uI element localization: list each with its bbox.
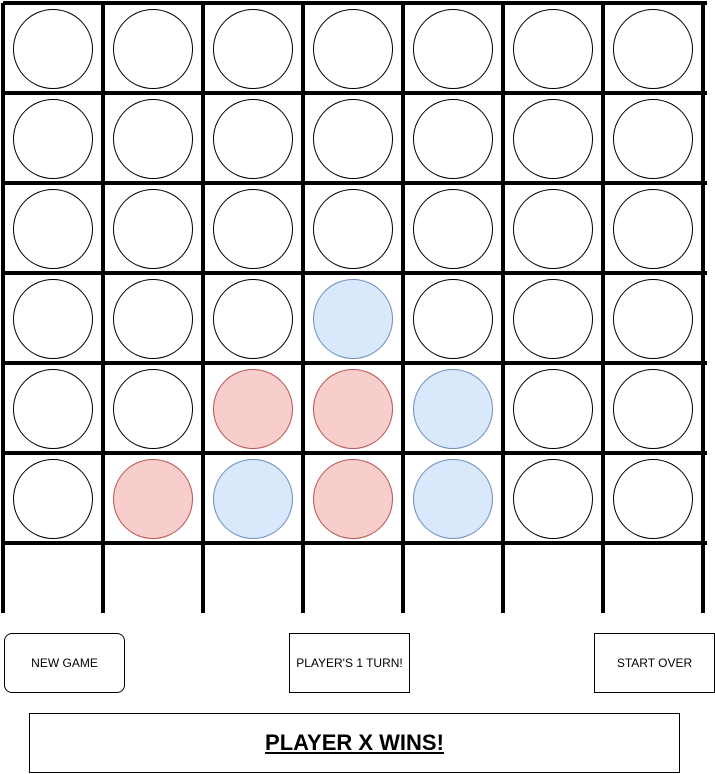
board-slot-r5-c4-blue[interactable] [413,459,493,539]
grid-row-line [3,271,707,275]
board-slot-r1-c6-empty[interactable] [613,99,693,179]
board-slot-r4-c1-empty[interactable] [113,369,193,449]
board-slot-r1-c3-empty[interactable] [313,99,393,179]
board-slot-r4-c6-empty[interactable] [613,369,693,449]
board-slot-r0-c3-empty[interactable] [313,9,393,89]
board-slot-r4-c3-red[interactable] [313,369,393,449]
board-slot-r5-c1-red[interactable] [113,459,193,539]
board-slot-r5-c6-empty[interactable] [613,459,693,539]
board-slot-r4-c5-empty[interactable] [513,369,593,449]
new-game-button[interactable]: NEW GAME [4,633,125,693]
board-slot-r3-c5-empty[interactable] [513,279,593,359]
board-slot-r5-c0-empty[interactable] [13,459,93,539]
board-slot-r1-c0-empty[interactable] [13,99,93,179]
grid-row-line [3,181,707,185]
board-slot-r3-c3-blue[interactable] [313,279,393,359]
board-slot-r0-c5-empty[interactable] [513,9,593,89]
grid-row-line [3,1,707,5]
grid-row-line [3,451,707,455]
board-slot-r2-c6-empty[interactable] [613,189,693,269]
board-slot-r3-c2-empty[interactable] [213,279,293,359]
board-slot-r3-c4-empty[interactable] [413,279,493,359]
game-board [0,0,715,615]
board-slot-r1-c2-empty[interactable] [213,99,293,179]
board-slot-r4-c0-empty[interactable] [13,369,93,449]
board-slot-r2-c1-empty[interactable] [113,189,193,269]
player-turn-indicator: PLAYER'S 1 TURN! [289,633,410,693]
board-slot-r3-c1-empty[interactable] [113,279,193,359]
start-over-button[interactable]: START OVER [594,633,715,693]
board-slot-r1-c5-empty[interactable] [513,99,593,179]
board-slot-r2-c4-empty[interactable] [413,189,493,269]
board-slot-r2-c5-empty[interactable] [513,189,593,269]
board-slot-r0-c2-empty[interactable] [213,9,293,89]
board-slot-r4-c2-red[interactable] [213,369,293,449]
grid-row-line [3,91,707,95]
board-slot-r0-c4-empty[interactable] [413,9,493,89]
win-status-banner: PLAYER X WINS! [29,713,680,773]
board-slot-r1-c4-empty[interactable] [413,99,493,179]
board-slot-r3-c0-empty[interactable] [13,279,93,359]
board-slot-r0-c0-empty[interactable] [13,9,93,89]
board-slot-r3-c6-empty[interactable] [613,279,693,359]
board-slot-r5-c2-blue[interactable] [213,459,293,539]
board-slot-r5-c3-red[interactable] [313,459,393,539]
board-slot-r2-c0-empty[interactable] [13,189,93,269]
board-slot-r2-c2-empty[interactable] [213,189,293,269]
board-slot-r5-c5-empty[interactable] [513,459,593,539]
grid-row-line [3,361,707,365]
board-slot-r4-c4-blue[interactable] [413,369,493,449]
board-slot-r2-c3-empty[interactable] [313,189,393,269]
grid-row-line [3,541,707,545]
board-slot-r0-c1-empty[interactable] [113,9,193,89]
board-slot-r1-c1-empty[interactable] [113,99,193,179]
board-slot-r0-c6-empty[interactable] [613,9,693,89]
